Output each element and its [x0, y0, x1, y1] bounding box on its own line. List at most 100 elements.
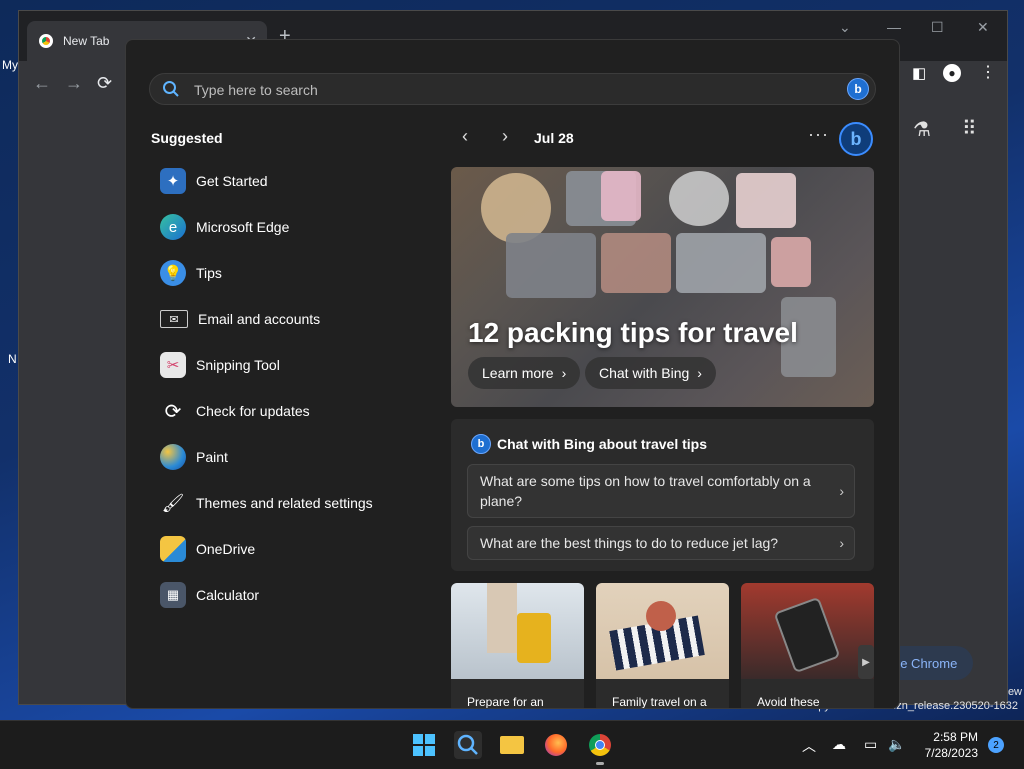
suggested-item-label: OneDrive — [196, 541, 256, 557]
reload-button[interactable]: ⟳ — [97, 73, 112, 94]
suggested-item-label: Check for updates — [196, 403, 310, 419]
chat-with-bing-label: Chat with Bing — [599, 365, 690, 381]
learn-more-label: Learn more — [482, 365, 554, 381]
suggested-list: ✦ Get Started e Microsoft Edge 💡 Tips ✉ … — [148, 158, 418, 618]
chevron-up-icon[interactable]: ︿ — [802, 736, 816, 756]
hero-title: 12 packing tips for travel — [468, 317, 798, 348]
suggested-item-onedrive[interactable]: OneDrive — [148, 526, 418, 572]
chevron-right-icon: › — [839, 483, 844, 499]
search-input[interactable] — [192, 79, 796, 101]
wallet-image — [771, 237, 811, 287]
firefox-icon — [545, 734, 567, 756]
bing-chat-icon[interactable]: b — [839, 122, 873, 156]
suggested-item-tips[interactable]: 💡 Tips — [148, 250, 418, 296]
suggested-item-calculator[interactable]: ▦ Calculator — [148, 572, 418, 618]
taskbar: ︿ ☁ ▭ 🔈 2:58 PM 7/28/2023 2 — [0, 720, 1024, 769]
chevron-right-icon: › — [697, 365, 702, 381]
chrome-button[interactable] — [586, 731, 614, 765]
chat-question-text: What are some tips on how to travel comf… — [480, 473, 811, 509]
search-box[interactable]: b — [149, 73, 876, 105]
sidepanel-icon[interactable]: ◧ — [912, 64, 926, 82]
clock-time: 2:58 PM — [933, 730, 978, 744]
chat-question-text: What are the best things to do to reduce… — [480, 535, 779, 551]
chrome-icon — [589, 734, 611, 756]
chevron-right-icon: › — [561, 365, 567, 381]
desktop-label: My — [2, 58, 18, 72]
chevron-right-icon[interactable]: › — [502, 126, 508, 147]
suggested-item-paint[interactable]: Paint — [148, 434, 418, 480]
refresh-icon: ⟳ — [164, 400, 182, 423]
chat-with-bing-button[interactable]: Chat with Bing › — [585, 357, 716, 389]
thumb-caption: Avoid these — [757, 695, 820, 709]
thumb-caption: Prepare for an — [467, 695, 544, 709]
hero-card[interactable]: 12 packing tips for travel Learn more › … — [451, 167, 874, 407]
snipping-icon: ✂ — [160, 352, 186, 378]
thumb-card[interactable]: Prepare for an — [451, 583, 584, 709]
folder-icon — [500, 736, 524, 754]
suggested-item-label: Tips — [196, 265, 222, 281]
menu-icon[interactable]: ⋮ — [980, 62, 996, 82]
suggested-item-updates[interactable]: ⟳ Check for updates — [148, 388, 418, 434]
taskbar-search-button[interactable] — [454, 731, 482, 759]
onedrive-icon — [160, 536, 186, 562]
apps-grid-icon[interactable]: ⠿ — [962, 116, 977, 141]
suggested-item-label: Calculator — [196, 587, 260, 603]
pillow-image — [669, 171, 729, 226]
notification-badge[interactable]: 2 — [988, 737, 1004, 753]
desktop-label: N — [8, 352, 17, 366]
maximize-button[interactable]: ☐ — [931, 19, 944, 36]
taskbar-clock[interactable]: 2:58 PM 7/28/2023 — [925, 729, 978, 761]
back-button[interactable]: ← — [33, 73, 51, 94]
cloud-offline-icon[interactable]: ☁ — [832, 736, 846, 753]
shoes-image — [601, 233, 671, 293]
watermark-text: ew — [1007, 686, 1022, 698]
start-button[interactable] — [410, 731, 438, 759]
feed-thumbnails: Prepare for an Family travel on a Avoid … — [451, 583, 874, 708]
profile-icon[interactable]: ● — [943, 64, 961, 82]
pouch-image — [676, 233, 766, 293]
labs-icon[interactable]: ⚗ — [913, 117, 931, 142]
volume-icon[interactable]: 🔈 — [888, 736, 905, 753]
more-options-icon[interactable]: ··· — [808, 124, 829, 145]
network-icon[interactable]: ▭ — [864, 736, 877, 753]
chat-card-title-text: Chat with Bing about travel tips — [497, 436, 708, 452]
learn-more-button[interactable]: Learn more › — [468, 357, 581, 389]
chevron-down-icon[interactable]: ⌄ — [839, 19, 851, 36]
thumb-image — [741, 583, 874, 679]
search-icon — [162, 80, 180, 103]
forward-button[interactable]: → — [65, 73, 83, 94]
scroll-right-button[interactable]: ▶ — [858, 645, 874, 679]
thumb-caption: Family travel on a — [612, 695, 707, 709]
feed-date: Jul 28 — [534, 130, 574, 146]
suggested-item-label: Snipping Tool — [196, 357, 280, 373]
chat-question-1[interactable]: What are some tips on how to travel comf… — [467, 464, 855, 518]
firefox-button[interactable] — [542, 731, 570, 759]
thumb-card[interactable]: Avoid these — [741, 583, 874, 709]
suggested-item-get-started[interactable]: ✦ Get Started — [148, 158, 418, 204]
chevron-right-icon: › — [839, 535, 844, 551]
close-window-button[interactable]: ✕ — [977, 19, 989, 36]
mail-icon: ✉ — [160, 310, 188, 328]
thumb-card[interactable]: Family travel on a — [596, 583, 729, 709]
suggested-item-email[interactable]: ✉ Email and accounts — [148, 296, 418, 342]
calculator-icon: ▦ — [160, 582, 186, 608]
chevron-left-icon[interactable]: ‹ — [462, 126, 468, 147]
suggested-item-edge[interactable]: e Microsoft Edge — [148, 204, 418, 250]
backpack-image — [736, 173, 796, 228]
thumb-image — [596, 583, 729, 679]
chat-question-2[interactable]: What are the best things to do to reduce… — [467, 526, 855, 560]
brush-icon: 🖌 — [161, 492, 185, 513]
chrome-icon — [39, 34, 53, 48]
suggested-item-themes[interactable]: 🖌 Themes and related settings — [148, 480, 418, 526]
suggested-item-label: Paint — [196, 449, 228, 465]
suggested-item-snipping[interactable]: ✂ Snipping Tool — [148, 342, 418, 388]
windows-icon — [413, 734, 435, 756]
chat-card-title: b Chat with Bing about travel tips — [471, 434, 707, 454]
suggested-item-label: Get Started — [196, 173, 268, 189]
suggested-item-label: Email and accounts — [198, 311, 321, 327]
bing-icon[interactable]: b — [847, 78, 869, 100]
paint-icon — [160, 444, 186, 470]
file-explorer-button[interactable] — [498, 731, 526, 759]
minimize-button[interactable]: — — [887, 19, 901, 35]
bing-icon: b — [471, 434, 491, 454]
